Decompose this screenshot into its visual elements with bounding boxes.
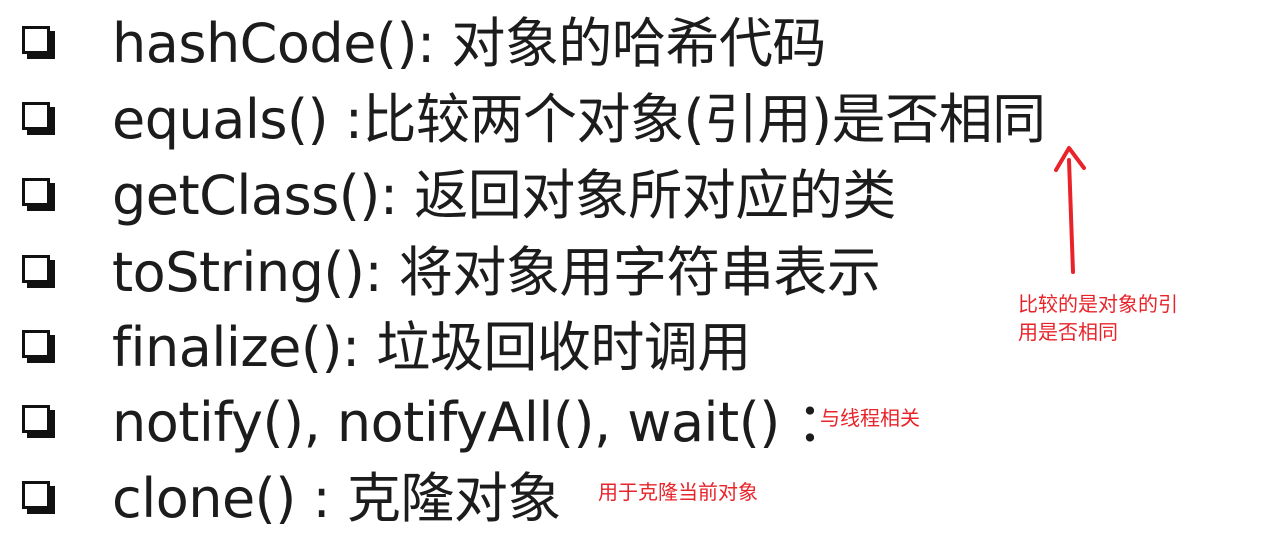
arrow-up-icon [1054,146,1086,274]
checkbox-icon [22,330,50,358]
checkbox-icon [22,178,50,206]
item-text: notify(), notifyAll(), wait() ： [112,391,851,454]
item-text: hashCode(): 对象的哈希代码 [112,12,826,75]
item-text: toString(): 将对象用字符串表示 [112,241,881,304]
checkbox-icon [22,481,50,509]
equals-annotation: 比较的是对象的引用是否相同 [1018,292,1178,344]
item-text: finalize(): 垃圾回收时调用 [112,316,751,379]
checkbox-icon [22,405,50,433]
checkbox-icon [22,102,50,130]
item-text: clone() : 克隆对象 [112,467,561,530]
checkbox-icon [22,255,50,283]
clone-annotation: 用于克隆当前对象 [598,480,758,504]
checkbox-icon [22,26,50,54]
thread-annotation: 与线程相关 [820,406,920,430]
list-item-hashcode: hashCode(): 对象的哈希代码 [0,7,1266,83]
item-text: getClass(): 返回对象所对应的类 [112,164,896,227]
item-text: equals() :比较两个对象(引用)是否相同 [112,88,1046,151]
list-item-notify: notify(), notifyAll(), wait() ： [0,386,1266,462]
